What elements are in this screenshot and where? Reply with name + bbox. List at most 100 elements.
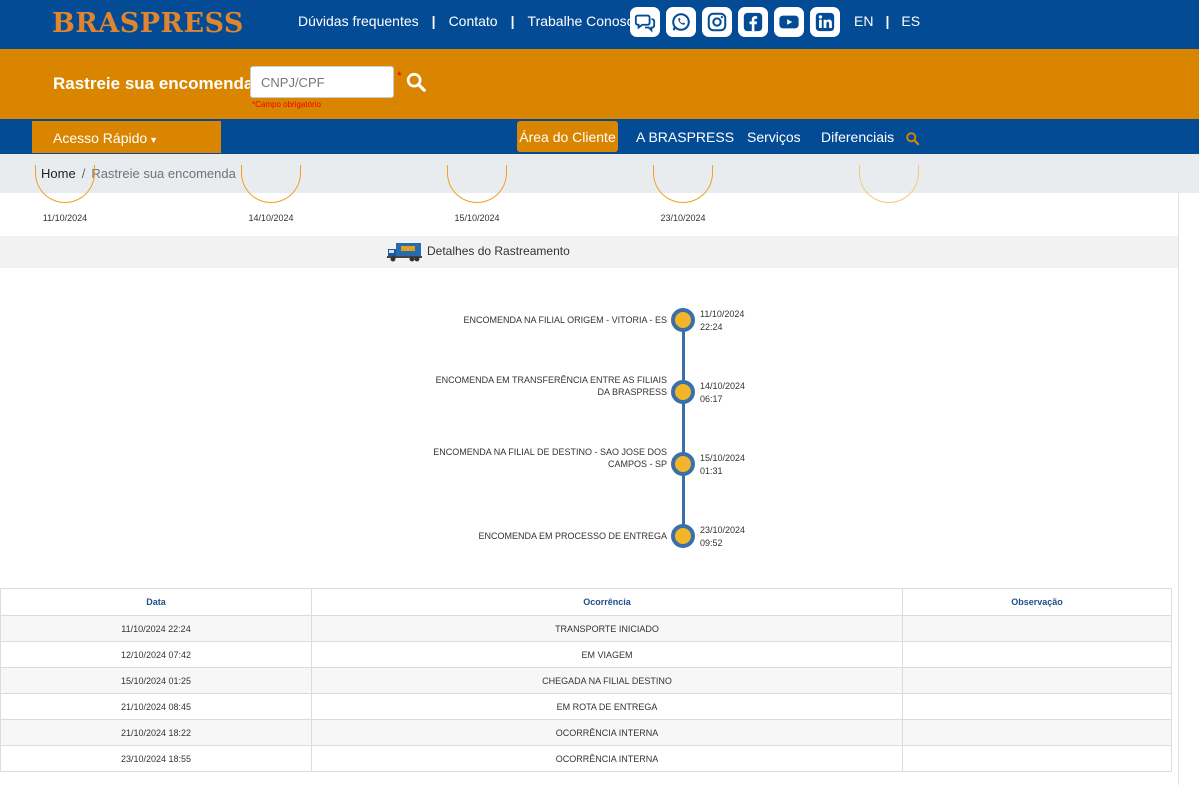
timeline-line [682, 320, 685, 536]
cell-occurrence: EM ROTA DE ENTREGA [311, 693, 903, 720]
step-date: 14/10/2024 [248, 213, 294, 223]
table-row: 15/10/2024 01:25 CHEGADA NA FILIAL DESTI… [0, 667, 1172, 694]
cell-date: 12/10/2024 07:42 [0, 641, 312, 668]
required-mark: * [397, 69, 402, 83]
linkedin-icon[interactable] [810, 7, 840, 37]
cell-occurrence: OCORRÊNCIA INTERNA [311, 719, 903, 746]
nav-about[interactable]: A BRASPRESS [636, 129, 734, 145]
breadcrumb-current: Rastreie sua encomenda [91, 166, 236, 181]
step-date: 11/10/2024 [42, 213, 88, 223]
cell-date: 15/10/2024 01:25 [0, 667, 312, 694]
nav-differentials[interactable]: Diferenciais [821, 129, 894, 145]
cell-observation [902, 719, 1172, 746]
column-header-date: Data [0, 588, 312, 616]
event-description: ENCOMENDA NA FILIAL ORIGEM - VITORIA - E… [463, 315, 667, 325]
timeline-dot [671, 380, 695, 404]
event-description: ENCOMENDA NA FILIAL DE DESTINO - SAO JOS… [433, 447, 667, 469]
youtube-icon[interactable] [774, 7, 804, 37]
top-bar: BRASPRESS Dúvidas frequentes | Contato |… [0, 0, 1199, 49]
occurrences-table: Data Ocorrência Observação 11/10/2024 22… [0, 588, 1172, 772]
separator: | [431, 13, 436, 29]
braspress-logo[interactable]: BRASPRESS [52, 8, 244, 39]
cell-occurrence: CHEGADA NA FILIAL DESTINO [311, 667, 903, 694]
cell-occurrence: EM VIAGEM [311, 641, 903, 668]
column-header-observation: Observação [902, 588, 1172, 616]
step-circle [447, 165, 507, 203]
breadcrumb: Home / Rastreie sua encomenda [0, 154, 1199, 193]
step-date: 23/10/2024 [660, 213, 706, 223]
cell-occurrence: TRANSPORTE INICIADO [311, 615, 903, 642]
cell-date: 11/10/2024 22:24 [0, 615, 312, 642]
tracking-title: Rastreie sua encomenda [53, 74, 254, 93]
cell-observation [902, 693, 1172, 720]
event-datetime: 14/10/2024 06:17 [700, 380, 760, 406]
contact-link[interactable]: Contato [449, 13, 498, 29]
timeline-dot [671, 308, 695, 332]
quick-access-button[interactable]: Acesso Rápido ▼ [32, 121, 221, 153]
table-row: 12/10/2024 07:42 EM VIAGEM [0, 641, 1172, 668]
event-time: 01:31 [700, 466, 723, 476]
step-circle [241, 165, 301, 203]
facebook-icon[interactable] [738, 7, 768, 37]
separator: | [510, 13, 515, 29]
chat-icon[interactable] [630, 7, 660, 37]
cell-observation [902, 641, 1172, 668]
table-row: 21/10/2024 08:45 EM ROTA DE ENTREGA [0, 693, 1172, 720]
language-switch: EN | ES [854, 13, 920, 29]
whatsapp-icon[interactable] [666, 7, 696, 37]
client-area-button[interactable]: Área do Cliente [517, 121, 618, 152]
event-date: 23/10/2024 [700, 525, 746, 535]
cell-date: 21/10/2024 18:22 [0, 719, 312, 746]
cell-observation [902, 615, 1172, 642]
tracking-steps: 11/10/2024 14/10/2024 15/10/2024 23/10/2… [0, 165, 1178, 236]
lang-es[interactable]: ES [901, 13, 920, 29]
cell-date: 23/10/2024 18:55 [0, 745, 312, 772]
event-datetime: 23/10/2024 09:52 [700, 524, 760, 550]
table-row: 23/10/2024 18:55 OCORRÊNCIA INTERNA [0, 745, 1172, 772]
tracking-bar: Rastreie sua encomenda * *Campo obrigató… [0, 49, 1199, 119]
timeline-dot [671, 524, 695, 548]
table-row: 11/10/2024 22:24 TRANSPORTE INICIADO [0, 615, 1172, 642]
event-datetime: 11/10/2024 22:24 [700, 308, 760, 334]
details-header: Detalhes do Rastreamento [0, 236, 1178, 268]
step-circle [35, 165, 95, 203]
truck-icon [387, 243, 422, 262]
social-links [630, 7, 840, 37]
scrollbar[interactable] [1178, 193, 1199, 785]
event-date: 15/10/2024 [700, 453, 746, 463]
event-description: ENCOMENDA EM PROCESSO DE ENTREGA [478, 531, 667, 541]
step-circle [859, 165, 919, 203]
lang-en[interactable]: EN [854, 13, 873, 29]
timeline-dot [671, 452, 695, 476]
page: BRASPRESS Dúvidas frequentes | Contato |… [0, 0, 1199, 785]
required-note: *Campo obrigatório [252, 100, 321, 109]
table-header-row: Data Ocorrência Observação [0, 588, 1172, 616]
event-date: 14/10/2024 [700, 381, 746, 391]
search-icon[interactable] [405, 71, 427, 93]
cnpj-cpf-input[interactable] [250, 66, 394, 98]
step-date: 15/10/2024 [454, 213, 500, 223]
quick-access-label: Acesso Rápido [53, 130, 148, 146]
table-row: 21/10/2024 18:22 OCORRÊNCIA INTERNA [0, 719, 1172, 746]
caret-down-icon: ▼ [149, 135, 159, 145]
main-nav: Acesso Rápido ▼ Área do Cliente A BRASPRE… [0, 119, 1199, 154]
cell-date: 21/10/2024 08:45 [0, 693, 312, 720]
cell-observation [902, 745, 1172, 772]
event-time: 09:52 [700, 538, 723, 548]
cell-observation [902, 667, 1172, 694]
careers-link[interactable]: Trabalhe Conosco [528, 13, 642, 29]
event-time: 22:24 [700, 322, 723, 332]
top-links: Dúvidas frequentes | Contato | Trabalhe … [298, 13, 641, 29]
event-datetime: 15/10/2024 01:31 [700, 452, 760, 478]
faq-link[interactable]: Dúvidas frequentes [298, 13, 419, 29]
separator: | [885, 13, 890, 29]
search-icon[interactable] [905, 131, 920, 146]
instagram-icon[interactable] [702, 7, 732, 37]
event-time: 06:17 [700, 394, 723, 404]
cell-occurrence: OCORRÊNCIA INTERNA [311, 745, 903, 772]
event-description: ENCOMENDA EM TRANSFERÊNCIA ENTRE AS FILI… [435, 375, 667, 397]
column-header-occurrence: Ocorrência [311, 588, 903, 616]
details-title: Detalhes do Rastreamento [427, 244, 570, 258]
step-circle [653, 165, 713, 203]
nav-services[interactable]: Serviços [747, 129, 801, 145]
